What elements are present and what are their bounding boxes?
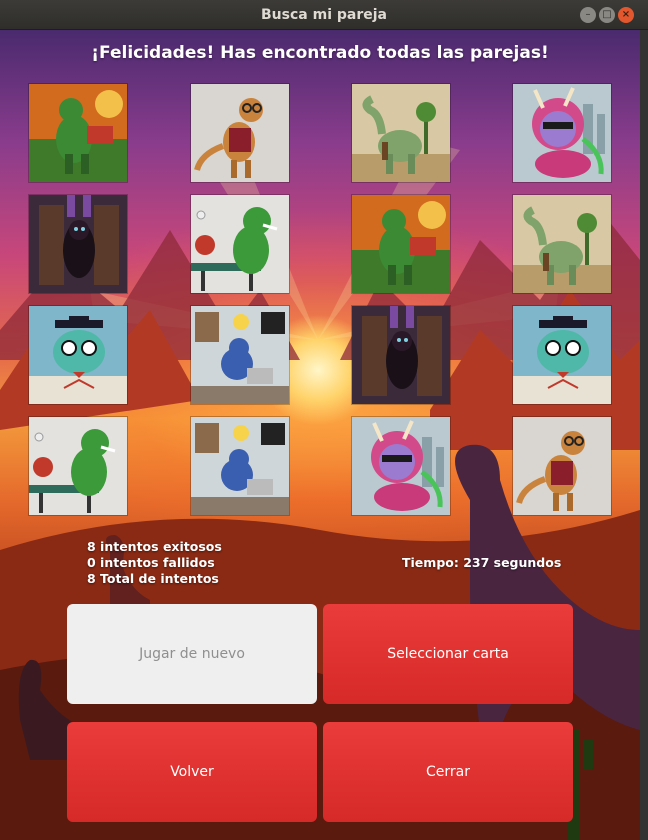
card-dino-graduate[interactable] bbox=[512, 305, 612, 405]
card-dino-programmer[interactable] bbox=[190, 416, 290, 516]
back-button[interactable]: Volver bbox=[67, 722, 317, 822]
game-window: ¡Felicidades! Has encontrado todas las p… bbox=[0, 30, 640, 840]
close-button[interactable]: Cerrar bbox=[323, 722, 573, 822]
card-dino-programmer[interactable] bbox=[190, 305, 290, 405]
card-dino-bottle[interactable] bbox=[351, 83, 451, 183]
window-title: Busca mi pareja bbox=[261, 7, 387, 23]
select-card-button[interactable]: Seleccionar carta bbox=[323, 604, 573, 704]
timer-label: Tiempo: 237 segundos bbox=[402, 555, 562, 570]
successful-attempts: 8 intentos exitosos bbox=[87, 539, 222, 554]
card-dino-pingpong[interactable] bbox=[28, 416, 128, 516]
card-dino-pingpong[interactable] bbox=[190, 194, 290, 294]
card-triceratops-sunglasses[interactable] bbox=[351, 416, 451, 516]
card-dino-reading[interactable] bbox=[28, 83, 128, 183]
window-edge bbox=[640, 30, 648, 840]
card-triceratops-sunglasses[interactable] bbox=[512, 83, 612, 183]
card-dark-dino[interactable] bbox=[351, 305, 451, 405]
card-dino-bottle[interactable] bbox=[512, 194, 612, 294]
failed-attempts: 0 intentos fallidos bbox=[87, 555, 215, 570]
maximize-icon[interactable]: □ bbox=[599, 7, 615, 23]
victory-message: ¡Felicidades! Has encontrado todas las p… bbox=[91, 43, 549, 63]
card-dino-scientist[interactable] bbox=[512, 416, 612, 516]
close-icon[interactable]: × bbox=[618, 7, 634, 23]
play-again-button[interactable]: Jugar de nuevo bbox=[67, 604, 317, 704]
minimize-icon[interactable]: – bbox=[580, 7, 596, 23]
total-attempts: 8 Total de intentos bbox=[87, 571, 219, 586]
card-dino-reading[interactable] bbox=[351, 194, 451, 294]
card-dark-dino[interactable] bbox=[28, 194, 128, 294]
card-dino-scientist[interactable] bbox=[190, 83, 290, 183]
card-dino-graduate[interactable] bbox=[28, 305, 128, 405]
stats-panel: 8 intentos exitosos 0 intentos fallidos … bbox=[87, 539, 222, 587]
window-titlebar: Busca mi pareja – □ × bbox=[0, 0, 648, 30]
